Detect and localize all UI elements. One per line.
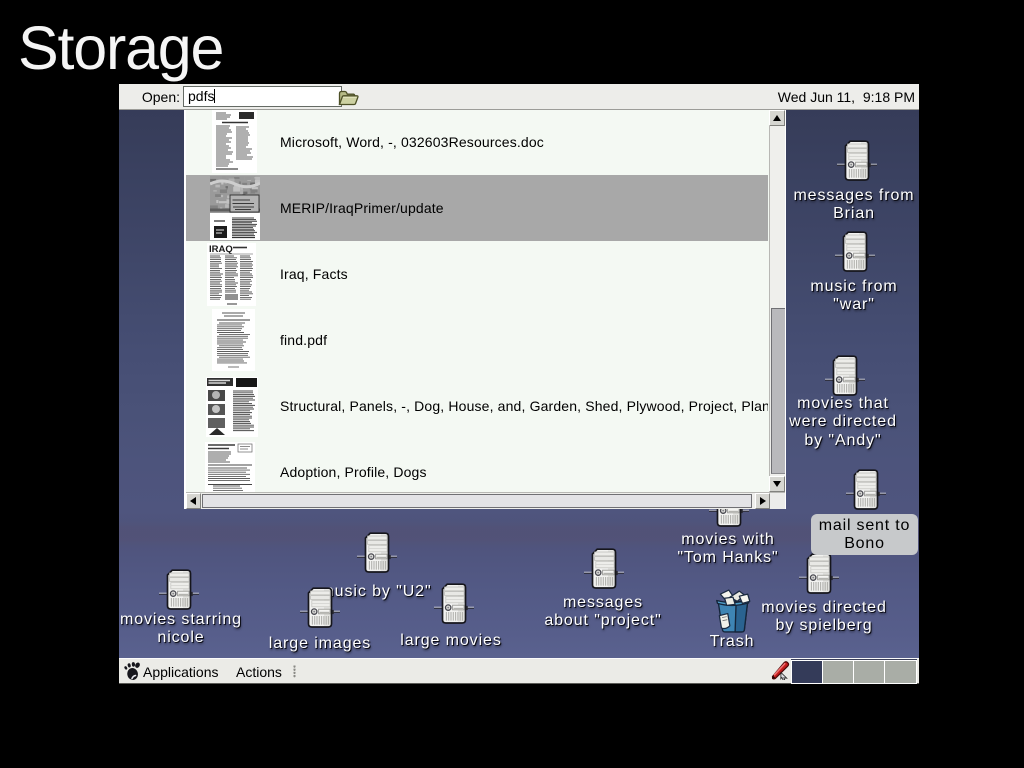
svg-text:IRAQ: IRAQ xyxy=(209,244,233,255)
